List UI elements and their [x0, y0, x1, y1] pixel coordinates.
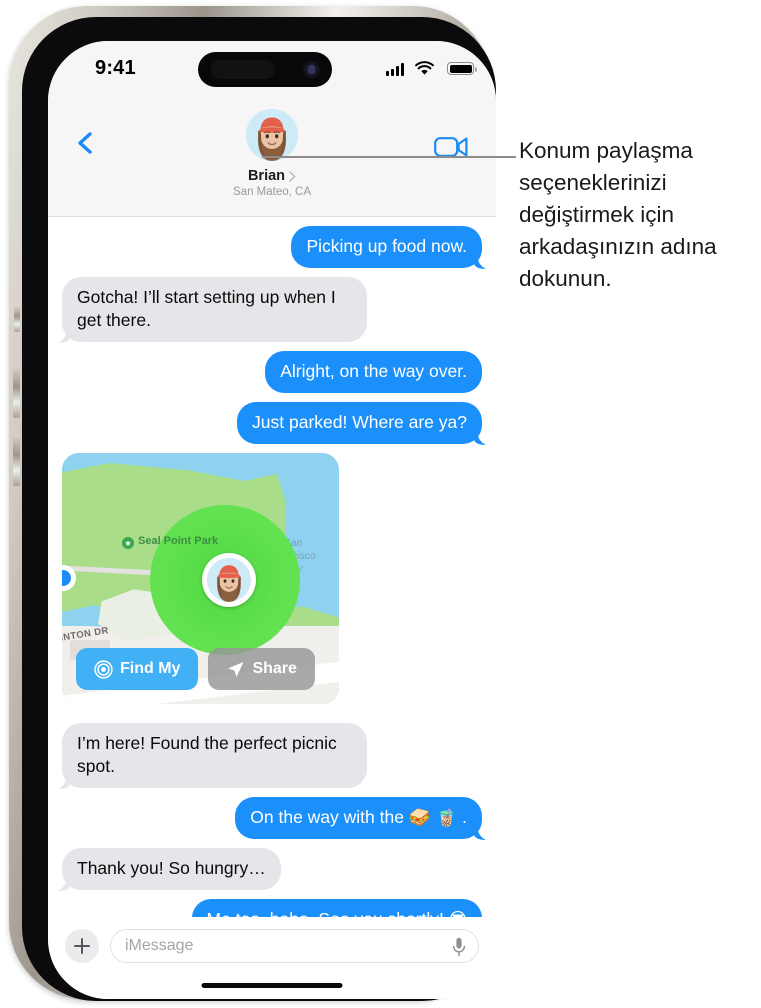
avatar[interactable]: [246, 109, 298, 161]
dynamic-island: [198, 52, 332, 87]
contact-subtitle: San Mateo, CA: [233, 186, 311, 198]
front-camera-icon: [303, 61, 320, 78]
chevron-right-icon: [289, 170, 296, 182]
find-my-label: Find My: [120, 660, 181, 677]
message-row: Just parked! Where are ya?: [62, 402, 486, 445]
status-time: 9:41: [95, 57, 136, 79]
phone-screen: 9:41 Brian San Mateo, CA Picking up food…: [48, 41, 496, 999]
bubble-tail-icon: [58, 870, 70, 891]
status-bar: 9:41: [48, 41, 496, 97]
imessage-placeholder: iMessage: [125, 937, 194, 954]
message-row: On the way with the 🥪 🧋 .: [62, 797, 486, 840]
message-text: On the way with the 🥪 🧋 .: [250, 807, 467, 827]
message-text: Gotcha! I’ll start setting up when I get…: [77, 287, 336, 330]
message-bubble-incoming[interactable]: Thank you! So hungry…: [58, 848, 281, 891]
message-row: Picking up food now.: [62, 226, 486, 269]
cellular-signal-icon: [386, 63, 404, 76]
share-label: Share: [252, 660, 297, 677]
message-bubble-incoming[interactable]: I’m here! Found the perfect picnic spot.: [58, 723, 367, 789]
message-row: Alright, on the way over.: [62, 351, 482, 393]
silent-switch[interactable]: [14, 306, 20, 332]
map-park-label: Seal Point Park: [138, 535, 219, 547]
bubble-tail-icon: [474, 819, 486, 840]
message-bubble-outgoing[interactable]: Alright, on the way over.: [265, 351, 482, 393]
message-bubble-outgoing[interactable]: On the way with the 🥪 🧋 .: [235, 797, 486, 840]
message-row: I’m here! Found the perfect picnic spot.: [58, 723, 482, 789]
message-text: I’m here! Found the perfect picnic spot.: [77, 733, 337, 776]
park-pin-icon: [122, 537, 134, 549]
memoji-avatar-icon: [207, 558, 251, 602]
find-my-icon: [94, 659, 113, 679]
map-action-buttons: Find My Share: [76, 648, 315, 690]
share-arrow-icon: [228, 661, 244, 677]
plus-icon[interactable]: [65, 929, 99, 963]
message-text: Alright, on the way over.: [280, 361, 467, 381]
phone-bezel: 9:41 Brian San Mateo, CA Picking up food…: [22, 17, 496, 1001]
volume-down-button[interactable]: [13, 434, 20, 486]
callout-text: Konum paylaşma seçeneklerinizi değiştirm…: [519, 138, 717, 291]
friend-location-puck: [202, 553, 256, 607]
message-bubble-outgoing[interactable]: Just parked! Where are ya?: [237, 402, 486, 445]
battery-icon: [447, 62, 477, 75]
home-indicator[interactable]: [201, 983, 343, 988]
message-row-map: INTON DR SanFranciscoBay Seal Point Park: [62, 453, 482, 714]
memoji-avatar-icon: [246, 109, 298, 161]
imessage-input[interactable]: iMessage: [110, 929, 479, 963]
bubble-tail-icon: [58, 322, 70, 343]
message-text: Thank you! So hungry…: [77, 858, 266, 878]
message-bubble-outgoing[interactable]: Picking up food now.: [291, 226, 486, 269]
bubble-tail-icon: [58, 768, 70, 789]
share-location-button[interactable]: Share: [208, 648, 315, 690]
contact-info[interactable]: Brian San Mateo, CA: [48, 109, 496, 198]
message-list[interactable]: Picking up food now. Gotcha! I’ll start …: [48, 218, 496, 917]
message-text: Picking up food now.: [306, 236, 467, 256]
volume-up-button[interactable]: [13, 366, 20, 418]
message-row: Me too, haha. See you shortly! 😎: [62, 899, 482, 917]
shared-location-map[interactable]: INTON DR SanFranciscoBay Seal Point Park: [62, 453, 339, 704]
message-text: Me too, haha. See you shortly! 😎: [207, 909, 467, 917]
bubble-tail-icon: [474, 424, 486, 445]
message-text: Just parked! Where are ya?: [252, 412, 467, 432]
contact-name-row[interactable]: Brian: [248, 168, 296, 184]
message-bubble-incoming[interactable]: Gotcha! I’ll start setting up when I get…: [58, 277, 367, 343]
find-my-button[interactable]: Find My: [76, 648, 199, 690]
message-input-bar: iMessage: [48, 917, 496, 999]
message-bubble-outgoing[interactable]: Me too, haha. See you shortly! 😎: [191, 899, 482, 917]
callout-leader-line: [262, 156, 516, 158]
earpiece-speaker-icon: [211, 60, 275, 79]
bubble-tail-icon: [474, 248, 486, 269]
screenshot-root: 9:41 Brian San Mateo, CA Picking up food…: [0, 0, 761, 1008]
contact-name[interactable]: Brian: [248, 168, 285, 184]
microphone-icon[interactable]: [452, 937, 466, 957]
message-row: Thank you! So hungry…: [58, 848, 482, 891]
wifi-icon: [415, 61, 434, 75]
message-row: Gotcha! I’ll start setting up when I get…: [58, 277, 482, 343]
